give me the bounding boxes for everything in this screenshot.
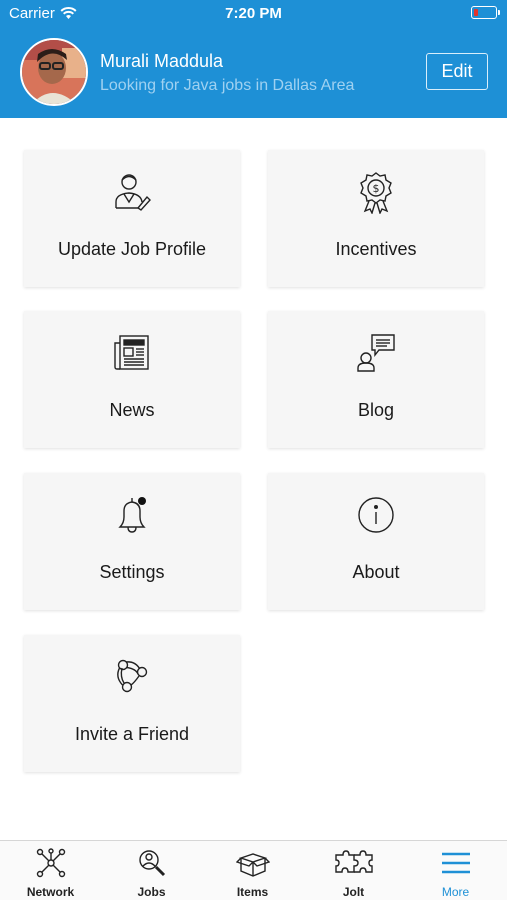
tab-label: Items <box>236 885 269 899</box>
profile-header: Murali Maddula Looking for Java jobs in … <box>0 27 507 118</box>
network-icon <box>36 848 65 878</box>
avatar[interactable] <box>20 38 88 106</box>
svg-text:$: $ <box>373 182 380 195</box>
tile-incentives[interactable]: $ Incentives <box>268 150 484 287</box>
tab-network[interactable]: Network <box>0 841 101 901</box>
tile-label: Incentives <box>335 239 417 259</box>
tab-more[interactable]: More <box>405 841 506 901</box>
tile-label: Settings <box>99 562 165 582</box>
tile-invite-a-friend[interactable]: Invite a Friend <box>24 635 240 772</box>
info-icon <box>358 497 394 533</box>
bell-icon <box>118 497 146 533</box>
box-icon <box>235 853 270 877</box>
tile-label: News <box>109 400 155 420</box>
user-status: Looking for Java jobs in Dallas Area <box>100 77 355 94</box>
menu-icon <box>441 852 470 874</box>
tile-news[interactable]: News <box>24 311 240 448</box>
tile-settings[interactable]: Settings <box>24 473 240 610</box>
tab-label: More <box>441 885 470 899</box>
tile-about[interactable]: About <box>268 473 484 610</box>
clock: 7:20 PM <box>225 5 282 22</box>
tab-label: Jolt <box>342 885 365 899</box>
jobs-search-icon <box>138 850 165 877</box>
tab-label: Jobs <box>137 885 166 899</box>
edit-button[interactable]: Edit <box>426 53 488 90</box>
newspaper-icon <box>114 335 149 370</box>
tab-jolt[interactable]: Jolt <box>303 841 404 901</box>
share-icon <box>117 659 148 693</box>
tile-update-job-profile[interactable]: Update Job Profile <box>24 150 240 287</box>
tab-items[interactable]: Items <box>202 841 303 901</box>
battery-icon <box>471 6 500 19</box>
status-bar: Carrier 7:20 PM <box>0 0 507 27</box>
tile-label: Blog <box>357 400 395 420</box>
tab-jobs[interactable]: Jobs <box>101 841 202 901</box>
award-ribbon-icon: $ <box>360 172 392 214</box>
job-profile-icon <box>115 174 151 211</box>
tile-label: Invite a Friend <box>74 724 190 744</box>
tile-blog[interactable]: Blog <box>268 311 484 448</box>
tile-label: About <box>352 562 400 582</box>
puzzle-icon <box>334 850 373 873</box>
tile-label: Update Job Profile <box>57 239 207 259</box>
battery-level <box>473 8 478 16</box>
blog-chat-icon <box>357 334 395 372</box>
tab-bar: Network Jobs Items Jolt More <box>0 840 507 900</box>
tab-label: Network <box>26 885 75 899</box>
user-name: Murali Maddula <box>100 51 224 71</box>
